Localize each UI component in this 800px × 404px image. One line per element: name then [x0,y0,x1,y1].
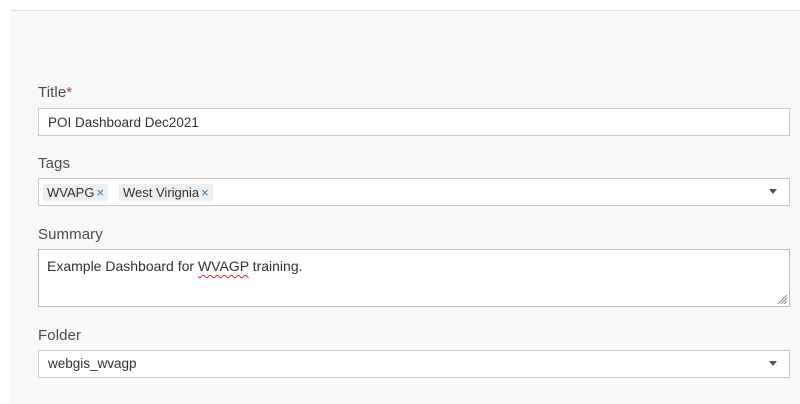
remove-tag-icon[interactable]: × [201,185,209,200]
caret-down-icon[interactable] [769,361,777,366]
tag-chip-label: West Virignia [123,185,200,200]
tags-label: Tags [38,155,71,172]
misspelled-word: WVAGP [197,258,249,274]
resize-handle-icon[interactable] [777,294,787,304]
form-panel [10,10,800,404]
summary-label: Summary [38,226,103,243]
title-input[interactable] [38,108,790,136]
folder-label: Folder [38,327,82,344]
folder-selected-value: webgis_wvagp [48,356,137,371]
summary-text: Example Dashboard for [47,258,198,274]
tag-chip-label: WVAPG [47,185,95,200]
tags-input[interactable]: WVAPG × West Virignia × [38,178,790,206]
caret-down-icon[interactable] [769,189,777,194]
tag-chip: West Virignia × [119,184,213,201]
tag-chip: WVAPG × [43,184,109,201]
folder-select[interactable]: webgis_wvagp [38,350,790,378]
title-label: Title* [38,84,72,101]
remove-tag-icon[interactable]: × [96,185,104,200]
required-marker: * [66,84,73,101]
summary-text-end: training. [248,258,303,274]
summary-textarea[interactable]: Example Dashboard for WVAGP training. [38,249,790,307]
title-label-text: Title [38,84,67,101]
